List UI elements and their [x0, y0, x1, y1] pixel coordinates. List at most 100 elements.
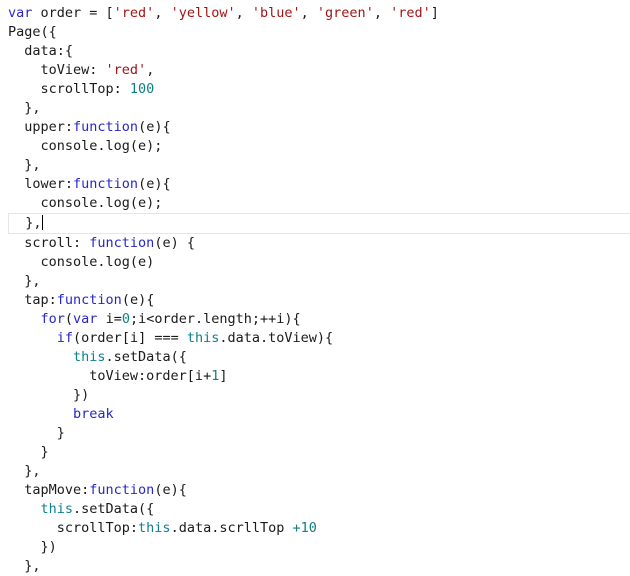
code-token: }, [8, 273, 41, 289]
code-token: this [73, 349, 106, 365]
code-token: } [8, 425, 65, 441]
code-token: console.log(e); [8, 195, 163, 211]
code-line[interactable]: }, [0, 272, 630, 291]
code-line[interactable]: data:{ [0, 42, 630, 61]
code-token: 'green' [316, 5, 374, 21]
code-text-area[interactable]: var order = ['red', 'yellow', 'blue', 'g… [0, 4, 630, 576]
code-token: toView: [8, 62, 106, 78]
code-token: console.log(e) [8, 254, 155, 270]
code-line[interactable]: scrollTop:this.data.scrllTop +10 [0, 519, 630, 538]
code-token: 'red' [105, 62, 147, 78]
code-line[interactable]: Page({ [0, 23, 630, 42]
code-token: data:{ [8, 43, 74, 59]
code-token: scrollTop: [8, 520, 139, 536]
code-token: (e) { [154, 235, 195, 251]
code-line-active[interactable]: }, [8, 213, 630, 234]
code-token: , [146, 62, 155, 78]
code-token: (e){ [138, 176, 171, 192]
code-line[interactable]: console.log(e); [0, 137, 630, 156]
code-line[interactable]: break [0, 405, 630, 424]
code-token: (e){ [121, 292, 155, 308]
code-token: , [235, 5, 252, 21]
code-token: 'red' [113, 5, 155, 21]
code-token: scrollTop: [8, 81, 130, 97]
code-line[interactable]: tapMove:function(e){ [0, 481, 630, 500]
code-token: function [73, 119, 139, 135]
code-token: var [73, 311, 98, 327]
code-line[interactable]: } [0, 424, 630, 443]
code-token: i= [97, 311, 122, 327]
code-line[interactable]: }, [0, 557, 630, 576]
code-token: function [56, 292, 122, 308]
code-token: this [138, 520, 171, 536]
code-line[interactable]: console.log(e); [0, 194, 630, 213]
code-token: }, [8, 463, 41, 479]
code-token: 0 [121, 311, 130, 327]
code-token: .setData({ [73, 501, 155, 517]
code-line[interactable]: this.setData({ [0, 500, 630, 519]
code-token: tap: [8, 292, 57, 308]
code-token: }) [8, 387, 90, 403]
code-line[interactable]: console.log(e) [0, 253, 630, 272]
code-line[interactable]: } [0, 443, 630, 462]
code-token: upper: [8, 119, 74, 135]
code-token: 'red' [390, 5, 431, 21]
code-token: }) [8, 539, 57, 555]
code-token: for [40, 311, 65, 327]
code-token: 100 [129, 81, 155, 97]
code-line[interactable]: for(var i=0;i<order.length;++i){ [0, 310, 630, 329]
code-line[interactable]: scroll: function(e) { [0, 234, 630, 253]
code-token: }, [8, 100, 41, 116]
code-token: Page({ [8, 24, 57, 40]
code-token: tapMove: [8, 482, 90, 498]
code-token: function [89, 482, 155, 498]
code-line[interactable]: }) [0, 386, 630, 405]
code-token: 'yellow' [170, 5, 236, 21]
code-line[interactable]: }) [0, 538, 630, 557]
code-token: break [73, 406, 114, 422]
code-token: scroll: [8, 235, 90, 251]
code-editor-viewport[interactable]: var order = ['red', 'yellow', 'blue', 'g… [0, 0, 630, 574]
code-token: ] [430, 5, 439, 21]
code-line[interactable]: lower:function(e){ [0, 175, 630, 194]
code-token: ( [64, 311, 74, 327]
code-line[interactable]: }, [0, 99, 630, 118]
code-line[interactable]: }, [0, 156, 630, 175]
code-line[interactable]: scrollTop: 100 [0, 80, 630, 99]
code-token: (order[i] === [73, 330, 187, 346]
code-token: , [300, 5, 317, 21]
code-token: }, [8, 157, 41, 173]
code-line[interactable]: var order = ['red', 'yellow', 'blue', 'g… [0, 4, 630, 23]
code-token: , [154, 5, 171, 21]
code-token: function [89, 235, 155, 251]
code-line[interactable]: upper:function(e){ [0, 118, 630, 137]
code-line[interactable]: }, [0, 462, 630, 481]
code-token: var [8, 5, 33, 21]
code-line[interactable]: tap:function(e){ [0, 291, 630, 310]
code-token: (e){ [138, 119, 171, 135]
code-token: function [73, 176, 139, 192]
text-caret [41, 215, 43, 230]
code-line[interactable]: toView: 'red', [0, 61, 630, 80]
code-token: }, [8, 558, 41, 574]
code-token: +10 [292, 520, 317, 536]
code-line[interactable]: this.setData({ [0, 348, 630, 367]
code-line[interactable]: if(order[i] === this.data.toView){ [0, 329, 630, 348]
code-token: this [186, 330, 220, 346]
code-token: console.log(e); [8, 138, 163, 154]
code-token: order = [ [32, 5, 114, 21]
code-token: }, [9, 215, 42, 231]
code-token: } [8, 444, 49, 460]
code-token: .data.toView){ [219, 330, 334, 346]
code-token: if [56, 330, 74, 346]
code-line[interactable]: toView:order[i+1] [0, 367, 630, 386]
code-token: ;i<order.length;++i){ [129, 311, 301, 327]
code-token: toView:order[i+ [8, 368, 212, 384]
code-token: (e){ [154, 482, 187, 498]
code-token: .data.scrllTop [170, 520, 293, 536]
code-token: ] [219, 368, 228, 384]
